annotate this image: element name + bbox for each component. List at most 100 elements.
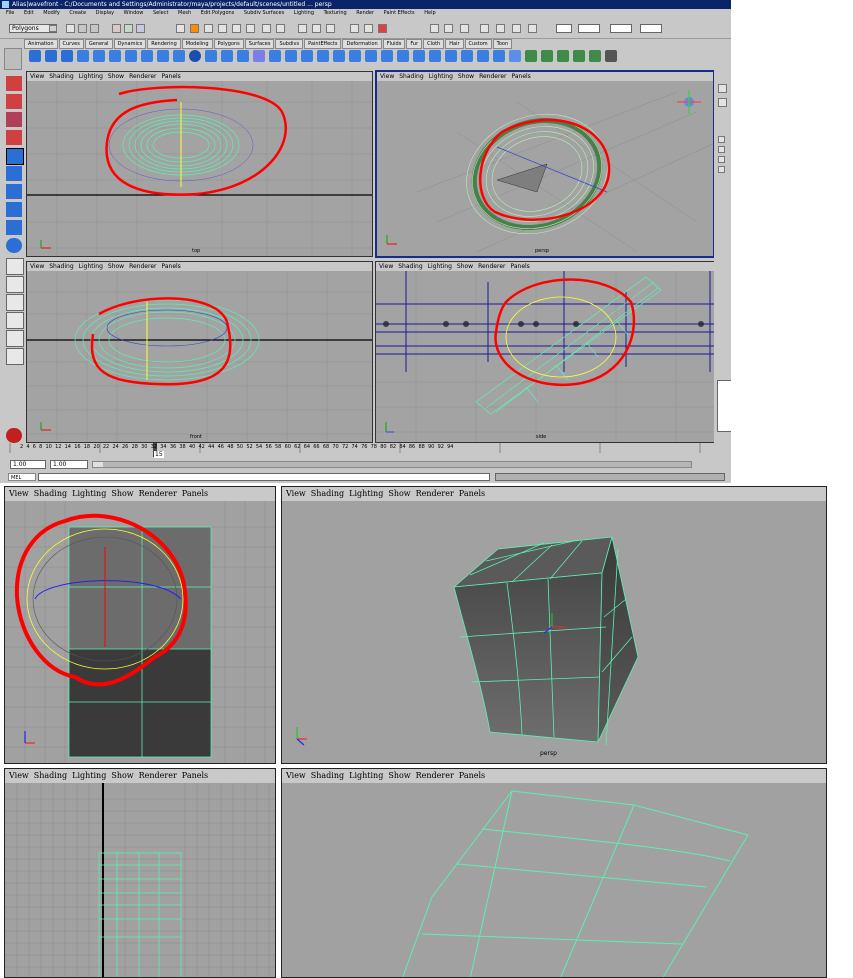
extrude-edge-icon[interactable] [317, 50, 329, 62]
uv-automatic-icon[interactable] [589, 50, 601, 62]
range-end-field[interactable]: 1.00 [50, 460, 88, 469]
snap-curve-icon[interactable] [190, 24, 199, 33]
poly-cube-icon[interactable] [45, 50, 57, 62]
menu-modify[interactable]: Modify [43, 10, 60, 16]
channel-box-toggle-icon[interactable] [718, 84, 727, 93]
menu-edit[interactable]: Edit [24, 10, 34, 16]
shelf-tab-polygons[interactable]: Polygons [213, 39, 244, 49]
menu-create[interactable]: Create [69, 10, 86, 16]
move-tool-icon[interactable] [6, 130, 22, 145]
poly-pyramid-icon[interactable] [141, 50, 153, 62]
uv-spherical-icon[interactable] [573, 50, 585, 62]
layout-single-icon[interactable] [6, 258, 24, 275]
universal-manip-icon[interactable] [6, 184, 22, 199]
cut-faces-icon[interactable] [477, 50, 489, 62]
lasso-tool-icon[interactable] [6, 94, 22, 109]
chevron-down-icon[interactable] [49, 25, 57, 32]
viewport-detail-bottom-right[interactable]: View Shading Lighting Show Renderer Panels [281, 768, 827, 978]
scale-tool-icon[interactable] [6, 166, 22, 181]
snap-surface-icon[interactable] [232, 24, 241, 33]
smooth-icon[interactable] [269, 50, 281, 62]
camera-icon[interactable] [364, 24, 373, 33]
paint-select-icon[interactable] [6, 112, 22, 127]
shelf-tab-fur[interactable]: Fur [406, 39, 423, 49]
snap-point-icon[interactable] [204, 24, 213, 33]
viewport-detail-bottom-left[interactable]: View Shading Lighting Show Renderer Panels [4, 768, 276, 978]
viewport-persp[interactable]: View Shading Lighting Show Renderer Panels pe… [375, 70, 715, 258]
append-polygon-icon[interactable] [445, 50, 457, 62]
mirror-icon[interactable] [285, 50, 297, 62]
layout-hypergraph-icon[interactable] [6, 348, 24, 365]
menu-display[interactable]: Display [96, 10, 114, 16]
combine-icon[interactable] [205, 50, 217, 62]
poly-torus-icon[interactable] [109, 50, 121, 62]
plus-icon[interactable] [262, 24, 271, 33]
layout-two-icon[interactable] [6, 294, 24, 311]
transform-x-field[interactable] [556, 24, 572, 33]
viewport-top[interactable]: View Shading Lighting Show Renderer Panels to… [26, 71, 373, 257]
menu-select[interactable]: Select [153, 10, 168, 16]
help-icon[interactable] [276, 24, 285, 33]
grid-icon[interactable] [350, 24, 359, 33]
menu-help[interactable]: Help [424, 10, 435, 16]
extrude-face-icon[interactable] [301, 50, 313, 62]
viewport-front[interactable]: View Shading Lighting Show Renderer Panels fr… [26, 261, 373, 443]
shelf-tab-curves[interactable]: Curves [58, 39, 84, 49]
time-slider[interactable]: 2 4 6 8 10 12 14 16 18 20 22 24 26 28 30… [0, 443, 731, 459]
merge-icon[interactable] [381, 50, 393, 62]
shelf-tab-rendering[interactable]: Rendering [147, 39, 181, 49]
layout-four-icon[interactable] [6, 276, 24, 293]
shelf-tab-surfaces[interactable]: Surfaces [244, 39, 275, 49]
poke-face-icon[interactable] [461, 50, 473, 62]
channel-box-icon[interactable] [528, 24, 537, 33]
arrow-icon[interactable] [718, 146, 725, 153]
snap-grid-icon[interactable] [176, 24, 185, 33]
history-icon[interactable] [246, 24, 255, 33]
shelf-tab-general[interactable]: General [84, 39, 113, 49]
transform-z-field[interactable] [610, 24, 632, 33]
command-input[interactable] [38, 473, 490, 481]
viewport-detail-top-left[interactable]: View Shading Lighting Show Renderer Panels [4, 486, 276, 764]
boolean-icon[interactable] [253, 50, 265, 62]
sculpt-icon[interactable] [509, 50, 521, 62]
range-start-field[interactable]: 1.00 [10, 460, 46, 469]
ipr-render-icon[interactable] [312, 24, 321, 33]
viewport-detail-persp[interactable]: View Shading Lighting Show Renderer Panels pe… [281, 486, 827, 764]
shelf-tab-custom[interactable]: Custom [464, 39, 492, 49]
record-icon[interactable] [378, 24, 387, 33]
range-slider-handle[interactable] [93, 462, 103, 467]
redo-icon[interactable] [444, 24, 453, 33]
menu-texturing[interactable]: Texturing [324, 10, 347, 16]
poly-plane-icon[interactable] [93, 50, 105, 62]
layout-graph-icon[interactable] [6, 330, 24, 347]
arrow-icon[interactable] [718, 156, 725, 163]
shelf-tab-animation[interactable]: Animation [24, 39, 58, 49]
quick-layout-icon[interactable] [6, 428, 22, 443]
menu-window[interactable]: Window [124, 10, 144, 16]
open-scene-icon[interactable] [78, 24, 87, 33]
range-slider-track[interactable] [92, 461, 692, 468]
menu-subdiv[interactable]: Subdiv Surfaces [244, 10, 284, 16]
shelf-tab-cloth[interactable]: Cloth [423, 39, 445, 49]
menu-lighting[interactable]: Lighting [294, 10, 314, 16]
shelf-tab-deformation[interactable]: Deformation [342, 39, 382, 49]
separate-icon[interactable] [221, 50, 233, 62]
poly-pipe-icon[interactable] [157, 50, 169, 62]
select-hierarchy-icon[interactable] [112, 24, 121, 33]
soft-mod-icon[interactable] [6, 202, 22, 217]
duplicate-face-icon[interactable] [413, 50, 425, 62]
view-cube-icon[interactable] [677, 90, 701, 114]
custom-script-icon[interactable] [605, 50, 617, 62]
shelf-tab-modeling[interactable]: Modeling [181, 39, 213, 49]
poly-prism-icon[interactable] [125, 50, 137, 62]
select-tool-icon[interactable] [6, 76, 22, 91]
menu-paint-effects[interactable]: Paint Effects [384, 10, 415, 16]
subdivide-icon[interactable] [429, 50, 441, 62]
chip-off-icon[interactable] [493, 50, 505, 62]
layer-editor-panel[interactable] [717, 380, 731, 432]
shelf-tab-fluids[interactable]: Fluids [382, 39, 406, 49]
last-tool-icon[interactable] [6, 238, 22, 253]
bevel-icon[interactable] [365, 50, 377, 62]
uv-map-icon[interactable] [525, 50, 537, 62]
attr-editor-toggle-icon[interactable] [718, 98, 727, 107]
